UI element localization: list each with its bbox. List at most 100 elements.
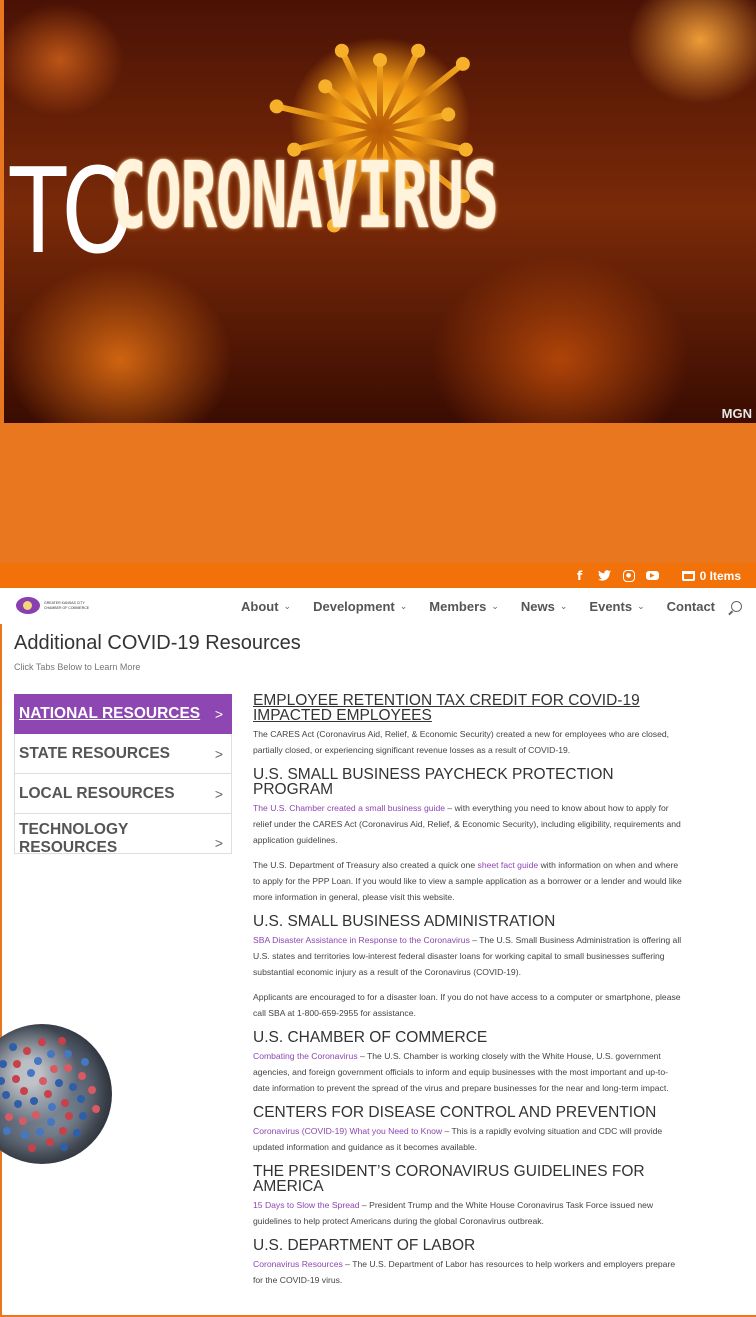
- hero-title: CORONAVIRUS: [110, 142, 499, 249]
- virus-dot: [0, 1076, 5, 1085]
- resource-tabs: NATIONAL RESOURCES > STATE RESOURCES > L…: [14, 694, 232, 856]
- instagram-icon[interactable]: ●: [622, 569, 635, 582]
- nav-label: Development: [313, 598, 395, 614]
- virus-dot: [32, 1111, 41, 1120]
- nav-item-news[interactable]: News ⌄: [521, 599, 568, 614]
- virus-dot: [0, 1059, 7, 1068]
- virus-dot: [13, 1100, 22, 1109]
- virus-dot: [63, 1049, 72, 1058]
- resource-content: EMPLOYEE RETENTION TAX CREDIT FOR COVID-…: [253, 693, 683, 1297]
- section-paragraph: The U.S. Chamber created a small busines…: [253, 800, 683, 848]
- virus-dot: [64, 1112, 73, 1121]
- top-bar: f ● ▶ 0 Items: [0, 563, 756, 588]
- resource-link[interactable]: Coronavirus (COVID-19) What you Need to …: [253, 1126, 442, 1136]
- search-icon[interactable]: [731, 600, 742, 612]
- logo-text: GREATER KANSAS CITY CHAMBER OF COMMERCE: [44, 601, 89, 611]
- tab-label: LOCAL RESOURCES: [19, 784, 175, 802]
- cart-label: 0 Items: [699, 568, 741, 583]
- tab-state-resources[interactable]: STATE RESOURCES >: [14, 734, 232, 774]
- page-subtitle: Click Tabs Below to Learn More: [14, 662, 141, 672]
- virus-dot: [64, 1064, 73, 1073]
- virus-dot: [38, 1038, 47, 1047]
- virus-dot: [27, 1069, 36, 1078]
- chevron-down-icon: ⌄: [399, 600, 408, 611]
- logo[interactable]: GREATER KANSAS CITY CHAMBER OF COMMERCE: [16, 597, 89, 614]
- virus-dot: [36, 1127, 45, 1136]
- site-header: GREATER KANSAS CITY CHAMBER OF COMMERCE …: [0, 588, 756, 624]
- virus-dot: [46, 1117, 55, 1126]
- cart-icon: [681, 570, 695, 581]
- tab-label: TECHNOLOGY RESOURCES: [19, 821, 129, 856]
- nav-item-members[interactable]: Members ⌄: [429, 599, 499, 614]
- section-paragraph: Applicants are encouraged to for a disas…: [253, 989, 683, 1021]
- resource-link[interactable]: Combating the Coronavirus: [253, 1051, 358, 1061]
- youtube-icon[interactable]: ▶: [645, 571, 659, 580]
- virus-dot: [28, 1143, 37, 1152]
- logo-mark: [16, 597, 40, 614]
- virus-dot: [59, 1143, 68, 1152]
- section-paragraph: Combating the Coronavirus – The U.S. Cha…: [253, 1048, 683, 1096]
- virus-dot: [57, 1036, 66, 1045]
- virus-dot: [47, 1102, 56, 1111]
- resource-link[interactable]: SBA Disaster Assistance in Response to t…: [253, 935, 470, 945]
- section-paragraph: The U.S. Department of Treasury also cre…: [253, 857, 683, 905]
- virus-dot: [33, 1056, 42, 1065]
- paragraph-text: Applicants are encouraged to for a disas…: [253, 992, 681, 1018]
- virus-dot: [30, 1097, 39, 1106]
- virus-dot: [88, 1085, 97, 1094]
- resource-link[interactable]: Coronavirus Resources: [253, 1259, 343, 1269]
- virus-dot: [46, 1138, 55, 1147]
- resource-link[interactable]: 15 Days to Slow the Spread: [253, 1200, 360, 1210]
- chevron-right-icon: >: [214, 785, 223, 802]
- tab-local-resources[interactable]: LOCAL RESOURCES >: [14, 774, 232, 814]
- virus-dot: [47, 1049, 56, 1058]
- tab-technology-resources[interactable]: TECHNOLOGY RESOURCES >: [14, 814, 232, 856]
- virus-dot: [20, 1086, 29, 1095]
- main-nav: About ⌄ Development ⌄ Members ⌄ News ⌄ Event…: [219, 588, 742, 624]
- section-heading: THE PRESIDENT’S CORONAVIRUS GUIDELINES F…: [253, 1163, 645, 1195]
- facebook-icon[interactable]: f: [573, 569, 587, 583]
- virus-dot: [49, 1064, 58, 1073]
- orange-band: [0, 423, 756, 563]
- nav-label: Contact: [666, 598, 715, 614]
- virus-dot: [19, 1116, 28, 1125]
- resource-section: THE PRESIDENT’S CORONAVIRUS GUIDELINES F…: [253, 1164, 683, 1229]
- cart-link[interactable]: 0 Items: [681, 568, 741, 583]
- section-paragraph: Coronavirus (COVID-19) What you Need to …: [253, 1123, 683, 1155]
- paragraph-text: The U.S. Department of Treasury also cre…: [253, 860, 478, 870]
- chevron-down-icon: ⌄: [559, 600, 568, 611]
- section-heading: U.S. CHAMBER OF COMMERCE: [253, 1029, 488, 1046]
- nav-label: Members: [429, 598, 487, 614]
- virus-dot: [44, 1090, 53, 1098]
- resource-link[interactable]: sheet fact guide: [478, 860, 539, 870]
- paragraph-text: The CARES Act (Coronavirus Aid, Relief, …: [253, 729, 670, 755]
- virus-dot: [61, 1098, 70, 1107]
- virus-dot: [54, 1079, 63, 1088]
- chevron-down-icon: ⌄: [283, 600, 292, 611]
- virus-dot: [79, 1111, 88, 1120]
- resource-section: U.S. SMALL BUSINESS PAYCHECK PROTECTION …: [253, 767, 683, 905]
- nav-item-contact[interactable]: Contact: [667, 599, 715, 614]
- resource-section: U.S. SMALL BUSINESS ADMINISTRATION SBA Di…: [253, 914, 683, 1021]
- virus-dot: [68, 1083, 77, 1092]
- virus-dot: [77, 1071, 86, 1080]
- hero-banner: TO CORONAVIRUS MGN: [0, 0, 756, 423]
- virus-dot: [8, 1043, 17, 1052]
- resource-link[interactable]: The U.S. Chamber created a small busines…: [253, 803, 445, 813]
- nav-item-events[interactable]: Events ⌄: [589, 599, 644, 614]
- twitter-icon[interactable]: [598, 569, 612, 583]
- page-title: Additional COVID-19 Resources: [14, 632, 301, 654]
- section-paragraph: The CARES Act (Coronavirus Aid, Relief, …: [253, 726, 683, 758]
- virus-dot: [73, 1128, 82, 1137]
- resource-section: U.S. CHAMBER OF COMMERCE Combating the Co…: [253, 1030, 683, 1096]
- nav-item-about[interactable]: About ⌄: [241, 599, 291, 614]
- section-heading: U.S. DEPARTMENT OF LABOR: [253, 1237, 476, 1254]
- virus-dot: [59, 1126, 68, 1135]
- nav-item-development[interactable]: Development ⌄: [313, 599, 407, 614]
- tab-national-resources[interactable]: NATIONAL RESOURCES >: [14, 694, 232, 734]
- resource-section: EMPLOYEE RETENTION TAX CREDIT FOR COVID-…: [253, 693, 683, 758]
- section-paragraph: SBA Disaster Assistance in Response to t…: [253, 932, 683, 980]
- virus-dot: [2, 1091, 11, 1100]
- virus-dot: [80, 1057, 89, 1066]
- virus-dot: [13, 1060, 22, 1069]
